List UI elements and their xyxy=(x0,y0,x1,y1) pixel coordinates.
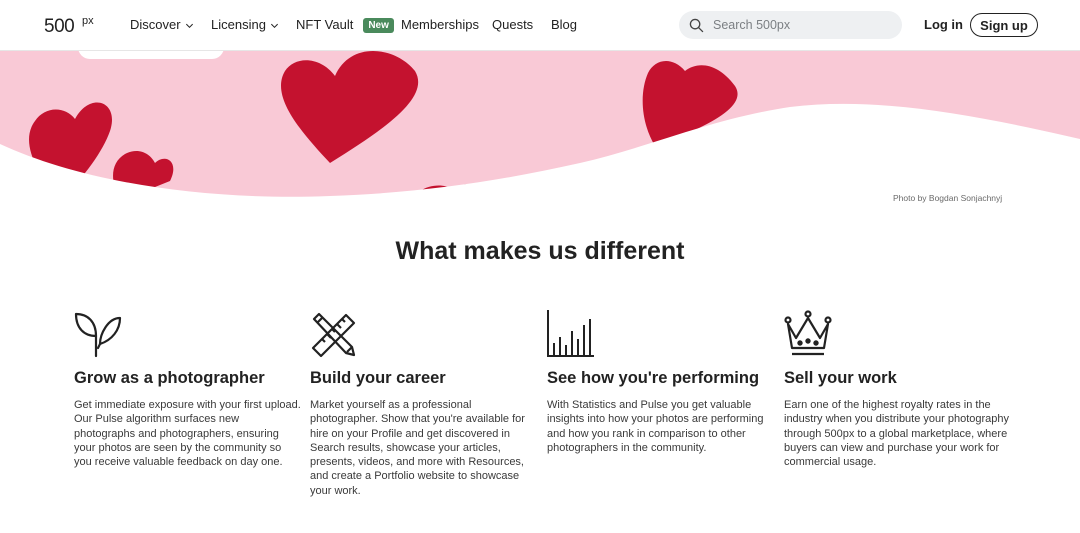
svg-text:500: 500 xyxy=(44,16,74,37)
500px-logo[interactable]: 500 px xyxy=(44,13,106,37)
nav-blog[interactable]: Blog xyxy=(551,17,577,33)
signup-button[interactable]: Sign up xyxy=(970,13,1038,37)
section-title: What makes us different xyxy=(395,237,685,265)
nav-memberships[interactable]: Memberships xyxy=(401,17,479,33)
chevron-down-icon xyxy=(270,23,278,28)
feature-title: Build your career xyxy=(310,369,446,387)
search-input[interactable] xyxy=(713,18,883,32)
hearts-photo xyxy=(0,51,1080,211)
nav-blog-label: Blog xyxy=(551,17,578,32)
svg-text:px: px xyxy=(82,15,94,27)
nav-quests[interactable]: Quests xyxy=(492,17,533,33)
feature-description: Market yourself as a professional photog… xyxy=(310,399,525,497)
feature-title: Grow as a photographer xyxy=(74,369,265,387)
login-link[interactable]: Log in xyxy=(924,17,963,32)
chevron-down-icon xyxy=(185,23,193,28)
search-bar[interactable] xyxy=(679,11,902,39)
feature-description: Get immediate exposure with your first u… xyxy=(74,399,301,469)
nav-nft-vault[interactable]: NFT Vault New xyxy=(296,17,394,33)
nav-licensing[interactable]: Licensing xyxy=(211,17,279,33)
ruler-pencil-icon xyxy=(311,312,356,358)
nav-quests-label: Quests xyxy=(492,17,534,32)
feature-grow: Grow as a photographer Get immediate exp… xyxy=(74,310,302,469)
feature-career: Build your career Market yourself as a p… xyxy=(310,310,538,498)
new-badge: New xyxy=(363,17,394,33)
nav-nft-vault-label: NFT Vault xyxy=(296,17,354,32)
hero-banner-image xyxy=(0,51,1080,211)
sprout-icon xyxy=(74,312,122,358)
nav-discover[interactable]: Discover xyxy=(130,17,194,33)
bar-chart-icon xyxy=(547,310,594,357)
search-icon xyxy=(689,18,704,32)
feature-sell: Sell your work Earn one of the highest r… xyxy=(784,310,1012,469)
feature-title: Sell your work xyxy=(784,369,897,387)
top-navigation-bar: 500 px Discover Licensing NFT Vault New … xyxy=(0,0,1080,51)
feature-description: Earn one of the highest royalty rates in… xyxy=(784,399,1010,469)
nav-discover-label: Discover xyxy=(130,17,181,32)
crown-icon xyxy=(784,310,832,356)
feature-description: With Statistics and Pulse you get valuab… xyxy=(547,399,764,454)
nav-licensing-label: Licensing xyxy=(211,17,266,32)
nav-memberships-label: Memberships xyxy=(401,17,480,32)
photo-credit[interactable]: Photo by Bogdan Sonjachnyj xyxy=(893,193,1002,203)
feature-performance: See how you're performing With Statistic… xyxy=(547,310,775,455)
feature-title: See how you're performing xyxy=(547,369,760,387)
